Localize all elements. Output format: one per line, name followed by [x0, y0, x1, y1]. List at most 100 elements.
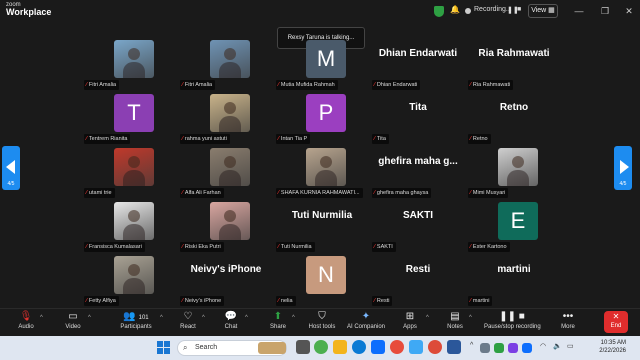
taskbar-clock[interactable]: 10:35 AM 2/22/2026: [590, 339, 626, 355]
participant-name-label: utami trie: [88, 190, 112, 196]
windows-start-icon[interactable]: [157, 341, 170, 354]
tray-zoom-icon[interactable]: [522, 343, 532, 353]
tray-app-icon-1[interactable]: [480, 343, 490, 353]
mic-muted-icon: ⁄: [278, 298, 279, 304]
participant-tile[interactable]: N ⁄ nelia: [276, 254, 368, 306]
participant-tile[interactable]: Tuti Nurmilia ⁄ Tuti Nurmilia: [276, 200, 368, 252]
page-indicator-left: 4/5: [7, 181, 15, 187]
participant-tile[interactable]: ⁄ SHAFA KURNIA RAHMAWATI...: [276, 146, 368, 198]
logo-bottom: Workplace: [6, 7, 52, 17]
chat-button[interactable]: 💬 Chat: [206, 310, 256, 337]
person-silhouette-icon: [512, 156, 524, 168]
pause-stop-recording-button[interactable]: ❚❚ ■ Pause/stop recording: [484, 310, 541, 337]
notes-caret-icon[interactable]: ^: [469, 315, 472, 321]
recording-stop-icon[interactable]: ■: [517, 6, 521, 13]
participant-tile[interactable]: Dhian Endarwati ⁄ Dhian Endarwati: [372, 38, 464, 90]
person-body-shape: [219, 170, 241, 186]
participant-tile[interactable]: SAKTI ⁄ SAKTI: [372, 200, 464, 252]
person-silhouette-icon: [128, 264, 140, 276]
participant-name-label: Intan Tia P: [280, 136, 308, 142]
mic-muted-icon: ⁄: [86, 244, 87, 250]
wifi-icon[interactable]: ◠: [540, 342, 546, 350]
view-button[interactable]: View ▦: [528, 4, 558, 18]
participant-tile[interactable]: ⁄ utami trie: [84, 146, 176, 198]
apps-caret-icon[interactable]: ^: [426, 315, 429, 321]
mic-muted-icon: ⁄: [470, 244, 471, 250]
person-body-shape: [507, 170, 529, 186]
participant-name-label: ghefira maha ghaysa: [376, 190, 429, 196]
participant-name-tag: ⁄ Tentrem Rianita: [84, 134, 131, 144]
participant-tile[interactable]: ⁄ rahma yuni astuti: [180, 92, 272, 144]
participant-tile[interactable]: T ⁄ Tentrem Rianita: [84, 92, 176, 144]
volume-icon[interactable]: 🔈: [553, 342, 562, 350]
person-silhouette-icon: [224, 102, 236, 114]
battery-icon[interactable]: ▭: [567, 342, 574, 350]
share-button[interactable]: ⬆ Share: [253, 310, 303, 337]
end-meeting-button[interactable]: ✕ End: [604, 311, 628, 333]
participant-display-name: ghefira maha g...: [378, 156, 458, 167]
zoom-window: zoom Workplace 🔔 Recording... ❚❚ ■ View …: [0, 0, 640, 360]
word-icon[interactable]: [447, 340, 461, 354]
participant-tile[interactable]: Resti ⁄ Resti: [372, 254, 464, 306]
encryption-shield-icon[interactable]: [434, 6, 444, 17]
chrome-icon[interactable]: [314, 340, 328, 354]
search-highlight-icon[interactable]: [258, 342, 286, 354]
person-body-shape: [219, 116, 241, 132]
chat-caret-icon[interactable]: ^: [245, 315, 248, 321]
participant-tile[interactable]: ⁄ Mimi Musyari: [468, 146, 560, 198]
video-caret-icon[interactable]: ^: [88, 315, 91, 321]
more-button[interactable]: ••• More: [543, 310, 593, 337]
participant-tile[interactable]: Tita ⁄ Tita: [372, 92, 464, 144]
participants-button[interactable]: 👥 101 Participants: [111, 310, 161, 337]
close-icon[interactable]: ✕: [620, 4, 638, 18]
participant-tile[interactable]: ⁄ Fitri Amalia: [84, 38, 176, 90]
participant-tile[interactable]: M ⁄ Mutia Mufida Rahmah: [276, 38, 368, 90]
zoom-taskbar-icon[interactable]: [371, 340, 385, 354]
participant-tile[interactable]: ⁄ Fransisca Kumalasari: [84, 200, 176, 252]
next-page-button[interactable]: 4/5: [614, 146, 632, 190]
participant-tile[interactable]: ⁄ Fitri Amalia: [180, 38, 272, 90]
react-caret-icon[interactable]: ^: [202, 315, 205, 321]
tray-app-icon-2[interactable]: [494, 343, 504, 353]
participant-tile[interactable]: ⁄ Alfa Ali Farhan: [180, 146, 272, 198]
participant-tile[interactable]: ⁄ Riski Eka Putri: [180, 200, 272, 252]
browser-icon[interactable]: [428, 340, 442, 354]
restore-icon[interactable]: ❐: [596, 4, 614, 18]
person-body-shape: [219, 62, 241, 78]
minimize-icon[interactable]: —: [570, 4, 588, 18]
tray-chevron-icon[interactable]: ^: [470, 342, 473, 349]
participant-tile[interactable]: ⁄ Fetty Alfiya: [84, 254, 176, 306]
person-silhouette-icon: [320, 156, 332, 168]
bell-icon[interactable]: 🔔: [450, 5, 460, 14]
sparkle-icon: ✦: [361, 311, 371, 322]
participant-name-tag: ⁄ Resti: [372, 296, 393, 306]
participant-name-tag: ⁄ Tuti Nurmilia: [276, 242, 315, 252]
person-body-shape: [123, 170, 145, 186]
edge-icon[interactable]: [352, 340, 366, 354]
participant-tile[interactable]: Ria Rahmawati ⁄ Ria Rahmawati: [468, 38, 560, 90]
store-icon[interactable]: [409, 340, 423, 354]
participant-tile[interactable]: Neivy's iPhone ⁄ Neivy's iPhone: [180, 254, 272, 306]
share-caret-icon[interactable]: ^: [292, 315, 295, 321]
apps-label: Apps: [403, 324, 417, 330]
chrome-profile-icon[interactable]: [390, 340, 404, 354]
prev-page-button[interactable]: 4/5: [2, 146, 20, 190]
recording-icon: [465, 8, 471, 14]
host-tools-button[interactable]: ⛉ Host tools: [297, 310, 347, 337]
file-explorer-icon[interactable]: [333, 340, 347, 354]
notes-button[interactable]: ▤ Notes: [430, 310, 480, 337]
ai-companion-button[interactable]: ✦ AI Companion: [341, 310, 391, 337]
meeting-toolbar: 🎙 Audio ^ ▭ Video ^ 👥 101 Participants ^…: [0, 308, 640, 336]
participant-name-tag: ⁄ Retno: [468, 134, 491, 144]
task-view-icon[interactable]: [296, 340, 310, 354]
participant-tile[interactable]: Retno ⁄ Retno: [468, 92, 560, 144]
participant-tile[interactable]: E ⁄ Ester Kartono: [468, 200, 560, 252]
mic-muted-icon: ⁄: [374, 298, 375, 304]
person-body-shape: [219, 224, 241, 240]
participant-tile[interactable]: ghefira maha g... ⁄ ghefira maha ghaysa: [372, 146, 464, 198]
audio-button[interactable]: 🎙 Audio: [1, 310, 51, 337]
participant-tile[interactable]: P ⁄ Intan Tia P: [276, 92, 368, 144]
participant-tile[interactable]: martini ⁄ martini: [468, 254, 560, 306]
tray-app-icon-3[interactable]: [508, 343, 518, 353]
audio-caret-icon[interactable]: ^: [40, 315, 43, 321]
